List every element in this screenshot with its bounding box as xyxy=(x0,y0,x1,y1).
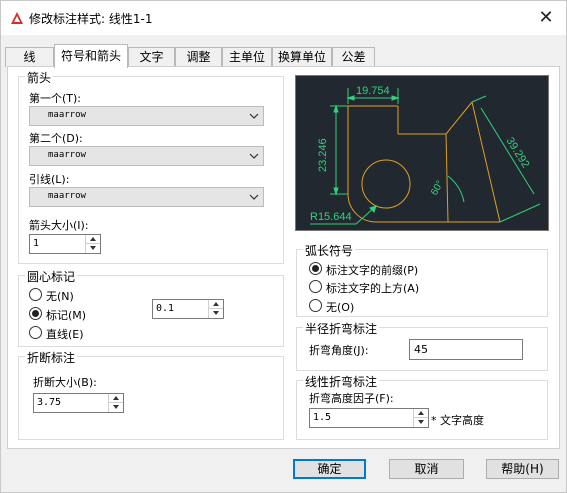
center-marks-title: 圆心标记 xyxy=(25,268,78,285)
spin-down-icon[interactable] xyxy=(209,309,223,318)
spin-up-icon[interactable] xyxy=(109,394,123,403)
jog-angle-label: 折弯角度(J): xyxy=(309,344,369,357)
first-arrow-label: 第一个(T): xyxy=(29,92,82,105)
center-mark-line-label: 直线(E) xyxy=(46,328,84,341)
spin-down-icon[interactable] xyxy=(109,403,123,412)
leader-arrow-label: 引线(L): xyxy=(29,173,70,186)
arc-none-radio[interactable] xyxy=(309,299,322,312)
jog-height-value: 1.5 xyxy=(313,412,332,423)
arc-length-symbol-group: 弧长符号 标注文字的前缀(P) 标注文字的上方(A) 无(O) xyxy=(296,242,548,317)
jog-height-label: 折弯高度因子(F): xyxy=(309,392,394,405)
dialog-window: 修改标注样式: 线性1-1 ✕ 线 符号和箭头 文字 调整 主单位 换算单位 公… xyxy=(0,0,567,493)
ok-button[interactable]: 确定 xyxy=(293,459,366,479)
break-size-spinner[interactable]: 3.75 xyxy=(33,393,124,413)
spin-up-icon[interactable] xyxy=(209,300,223,309)
second-arrow-select[interactable]: maarrow xyxy=(29,146,264,166)
radius-jog-title: 半径折弯标注 xyxy=(303,320,380,337)
arrow-size-label: 箭头大小(I): xyxy=(29,219,89,232)
break-size-value: 3.75 xyxy=(37,397,62,408)
help-button[interactable]: 帮助(H) xyxy=(486,459,559,479)
center-marks-group: 圆心标记 无(N) 标记(M) 直线(E) 0.1 xyxy=(18,268,284,347)
radius-jog-group: 半径折弯标注 折弯角度(J): 45 xyxy=(296,320,548,371)
center-mark-mark-radio[interactable] xyxy=(29,307,42,320)
tab-lines[interactable]: 线 xyxy=(5,47,54,67)
chevron-down-icon xyxy=(249,194,259,200)
first-arrow-value: maarrow xyxy=(48,110,86,120)
center-mark-none-label: 无(N) xyxy=(46,290,74,303)
arc-prefix-label: 标注文字的前缀(P) xyxy=(326,264,419,277)
dimension-preview: 19.754 23.246 39.292 60° R15.644 xyxy=(295,75,549,231)
break-size-label: 折断大小(B): xyxy=(33,376,97,389)
tab-fit[interactable]: 调整 xyxy=(175,47,222,67)
linear-jog-group: 线性折弯标注 折弯高度因子(F): 1.5 * 文字高度 xyxy=(296,373,548,440)
preview-dim-angle: 60° xyxy=(429,179,446,198)
tab-tolerances[interactable]: 公差 xyxy=(332,47,375,67)
spin-down-icon[interactable] xyxy=(414,418,428,427)
linear-jog-title: 线性折弯标注 xyxy=(303,373,380,390)
center-mark-line-radio[interactable] xyxy=(29,326,42,339)
preview-dim-radius: R15.644 xyxy=(310,211,352,223)
title-bar: 修改标注样式: 线性1-1 ✕ xyxy=(1,1,566,35)
dimension-break-title: 折断标注 xyxy=(25,349,78,366)
first-arrow-select[interactable]: maarrow xyxy=(29,106,264,126)
second-arrow-label: 第二个(D): xyxy=(29,132,83,145)
dimension-break-group: 折断标注 折断大小(B): 3.75 xyxy=(18,349,284,440)
autocad-logo-icon xyxy=(11,12,23,24)
jog-angle-value: 45 xyxy=(414,343,428,356)
center-mark-none-radio[interactable] xyxy=(29,288,42,301)
arc-above-radio[interactable] xyxy=(309,280,322,293)
arc-prefix-radio[interactable] xyxy=(309,262,322,275)
center-mark-mark-label: 标记(M) xyxy=(46,309,87,322)
chevron-down-icon xyxy=(249,153,259,159)
spin-down-icon[interactable] xyxy=(86,244,100,253)
cancel-button[interactable]: 取消 xyxy=(389,459,464,479)
tab-text[interactable]: 文字 xyxy=(128,47,175,67)
jog-angle-input[interactable]: 45 xyxy=(409,339,523,360)
arrowheads-title: 箭头 xyxy=(25,69,54,86)
tab-alternate-units[interactable]: 换算单位 xyxy=(272,47,332,67)
preview-dim-left: 23.246 xyxy=(317,138,329,172)
jog-height-spinner[interactable]: 1.5 xyxy=(309,408,429,428)
window-title: 修改标注样式: 线性1-1 xyxy=(29,12,153,26)
arc-length-title: 弧长符号 xyxy=(303,242,356,259)
tab-primary-units[interactable]: 主单位 xyxy=(222,47,272,67)
chevron-down-icon xyxy=(249,113,259,119)
leader-arrow-value: maarrow xyxy=(48,191,86,201)
text-height-suffix: * 文字高度 xyxy=(431,414,484,427)
center-mark-size-spinner[interactable]: 0.1 xyxy=(152,299,224,319)
second-arrow-value: maarrow xyxy=(48,150,86,160)
arrowheads-group: 箭头 第一个(T): maarrow 第二个(D): maarrow 引线(L)… xyxy=(18,69,284,264)
center-mark-size-value: 0.1 xyxy=(156,303,175,314)
tab-symbols-arrows[interactable]: 符号和箭头 xyxy=(54,44,128,68)
arc-above-label: 标注文字的上方(A) xyxy=(326,282,420,295)
preview-dim-right: 39.292 xyxy=(503,135,531,170)
preview-dim-top: 19.754 xyxy=(356,85,390,97)
spin-up-icon[interactable] xyxy=(414,409,428,418)
preview-drawing: 19.754 23.246 39.292 60° R15.644 xyxy=(310,85,541,225)
arrow-size-spinner[interactable]: 1 xyxy=(29,234,101,254)
leader-arrow-select[interactable]: maarrow xyxy=(29,187,264,207)
spin-up-icon[interactable] xyxy=(86,235,100,244)
close-button[interactable]: ✕ xyxy=(531,5,561,31)
arc-none-label: 无(O) xyxy=(326,301,355,314)
arrow-size-value: 1 xyxy=(33,238,40,249)
